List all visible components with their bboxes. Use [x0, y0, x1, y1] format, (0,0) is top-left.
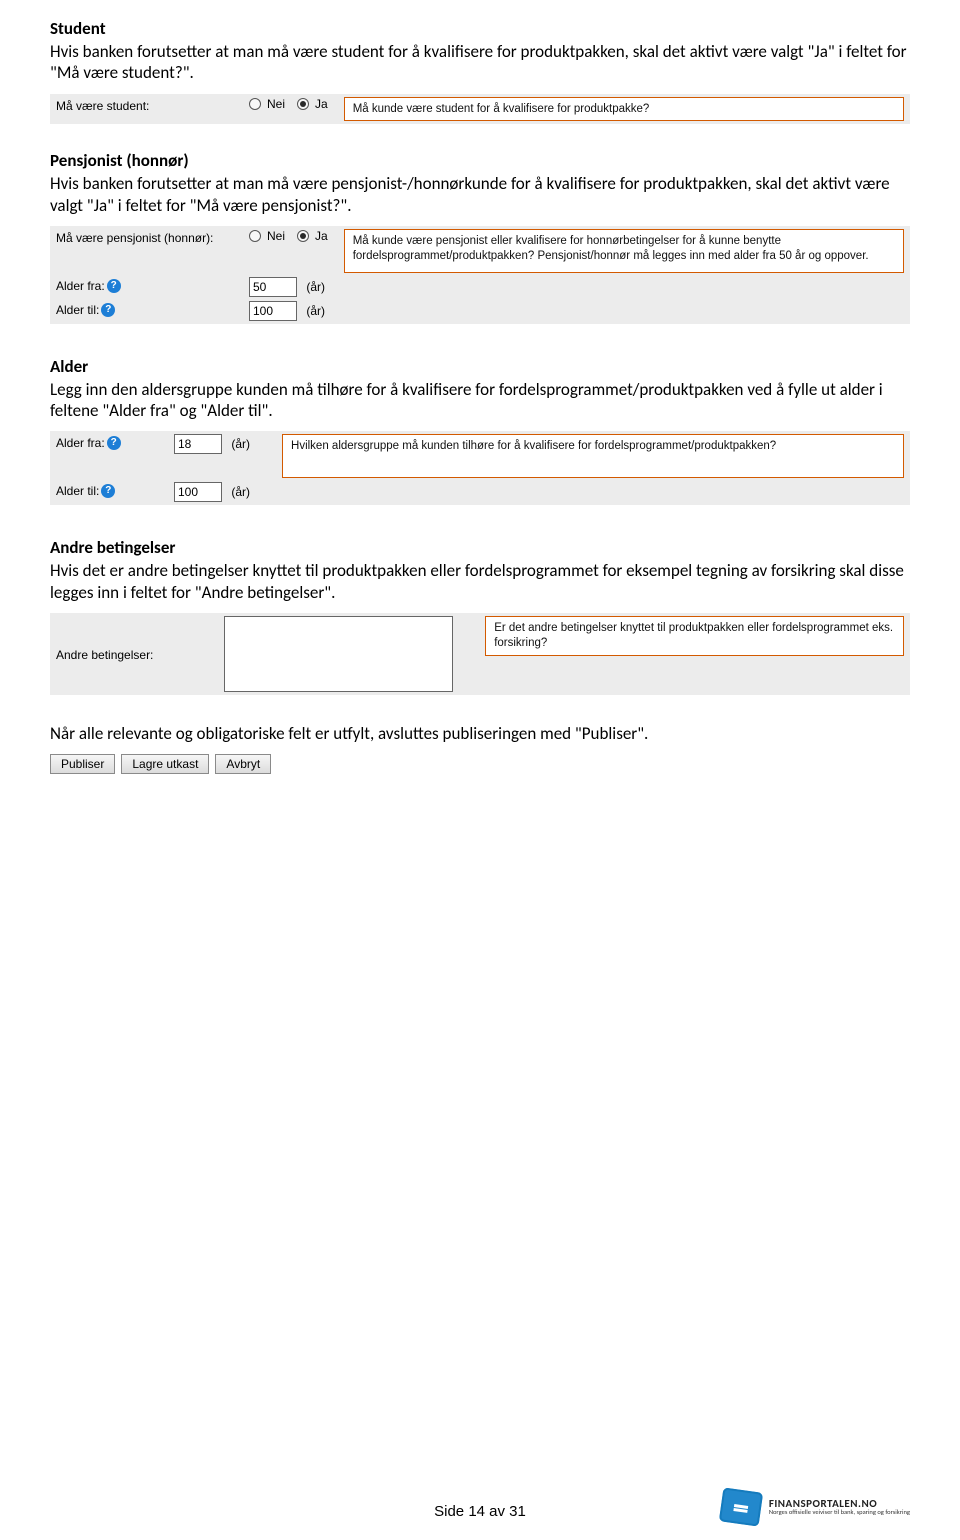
alder-form: Alder fra: ? (år) Hvilken aldersgruppe m…: [50, 431, 910, 505]
radio-ja-label: Ja: [315, 97, 328, 111]
section-student: Student Hvis banken forutsetter at man m…: [50, 18, 910, 124]
radio-nei-label: Nei: [267, 97, 285, 111]
section-alder: Alder Legg inn den aldersgruppe kunden m…: [50, 356, 910, 506]
unit-label: (år): [306, 280, 325, 294]
pensjonist-body: Hvis banken forutsetter at man må være p…: [50, 173, 910, 216]
lagre-utkast-button[interactable]: Lagre utkast: [121, 754, 209, 774]
alder-tooltip: Hvilken aldersgruppe må kunden tilhøre f…: [282, 434, 904, 478]
andre-tooltip: Er det andre betingelser knyttet til pro…: [485, 616, 904, 656]
unit-label: (år): [231, 485, 250, 499]
student-body: Hvis banken forutsetter at man må være s…: [50, 41, 910, 84]
alder-til-input[interactable]: [249, 301, 297, 321]
alder-heading: Alder: [50, 356, 910, 377]
pensjonist-tooltip: Må kunde være pensjonist eller kvalifise…: [344, 229, 904, 273]
andre-heading: Andre betingelser: [50, 537, 910, 558]
pensjonist-form: Må være pensjonist (honnør): Nei Ja Må k…: [50, 226, 910, 324]
alder-til-label: Alder til:: [56, 484, 99, 498]
brand-tagline: Norges offisielle veiviser til bank, spa…: [769, 1509, 910, 1516]
help-icon[interactable]: ?: [101, 303, 115, 317]
alder-til-label: Alder til:: [56, 303, 99, 317]
andre-label: Andre betingelser:: [56, 646, 216, 662]
alder-fra-input[interactable]: [174, 434, 222, 454]
section-andre: Andre betingelser Hvis det er andre beti…: [50, 537, 910, 695]
student-label: Må være student:: [56, 97, 241, 113]
radio-ja-label: Ja: [315, 229, 328, 243]
publiser-body: Når alle relevante og obligatoriske felt…: [50, 723, 910, 744]
brand: FINANSPORTALEN.NO Norges offisielle veiv…: [721, 1490, 910, 1524]
andre-textarea[interactable]: [224, 616, 453, 692]
section-publiser: Når alle relevante og obligatoriske felt…: [50, 723, 910, 774]
unit-label: (år): [231, 437, 250, 451]
alder-fra-label: Alder fra:: [56, 279, 105, 293]
student-heading: Student: [50, 18, 910, 39]
help-icon[interactable]: ?: [101, 484, 115, 498]
radio-nei-label: Nei: [267, 229, 285, 243]
student-tooltip: Må kunde være student for å kvalifisere …: [344, 97, 904, 122]
radio-nei[interactable]: [249, 230, 261, 242]
avbryt-button[interactable]: Avbryt: [215, 754, 271, 774]
help-icon[interactable]: ?: [107, 279, 121, 293]
pensjonist-label: Må være pensjonist (honnør):: [56, 229, 241, 245]
help-icon[interactable]: ?: [107, 436, 121, 450]
unit-label: (år): [306, 304, 325, 318]
page-number: Side 14 av 31: [434, 1503, 526, 1520]
section-pensjonist: Pensjonist (honnør) Hvis banken forutset…: [50, 150, 910, 324]
radio-ja[interactable]: [297, 98, 309, 110]
brand-logo-icon: [719, 1487, 763, 1526]
alder-fra-input[interactable]: [249, 277, 297, 297]
alder-body: Legg inn den aldersgruppe kunden må tilh…: [50, 379, 910, 422]
alder-fra-label: Alder fra:: [56, 436, 105, 450]
student-form: Må være student: Nei Ja Må kunde være st…: [50, 94, 910, 125]
alder-til-input[interactable]: [174, 482, 222, 502]
radio-ja[interactable]: [297, 230, 309, 242]
publiser-button[interactable]: Publiser: [50, 754, 115, 774]
andre-body: Hvis det er andre betingelser knyttet ti…: [50, 560, 910, 603]
pensjonist-heading: Pensjonist (honnør): [50, 150, 910, 171]
radio-nei[interactable]: [249, 98, 261, 110]
andre-form: Andre betingelser: Er det andre betingel…: [50, 613, 910, 695]
